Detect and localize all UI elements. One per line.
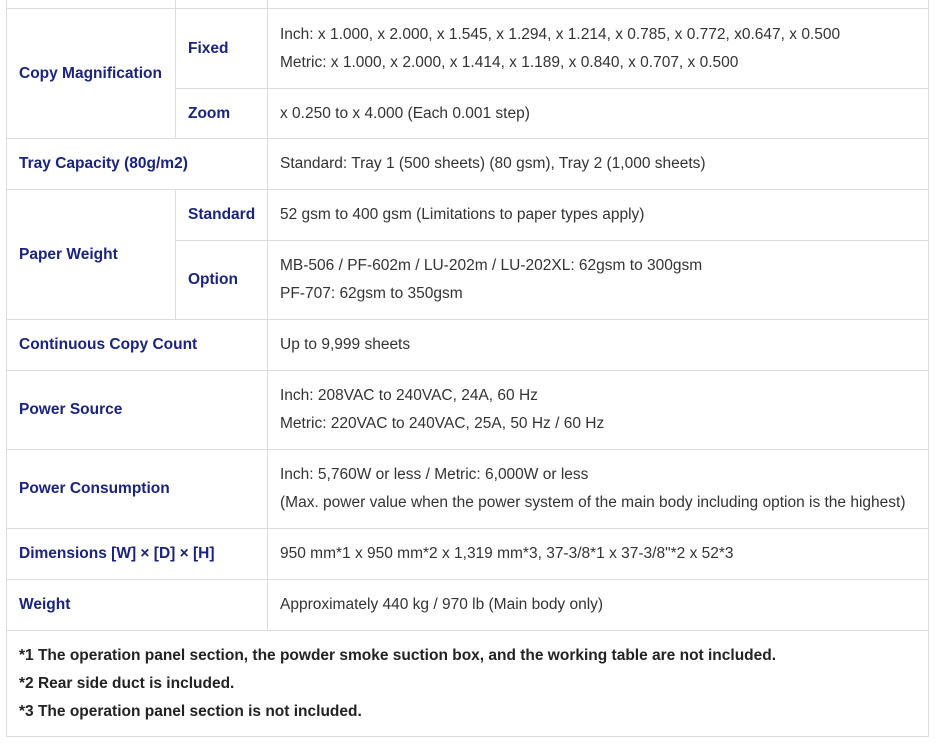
value-line: Inch: 5,760W or less / Metric: 6,000W or…	[280, 466, 589, 483]
table-row: Dimensions [W] × [D] × [H] 950 mm*1 x 95…	[6, 528, 929, 580]
sub-label-standard: Standard	[175, 189, 268, 241]
value-option: MB-506 / PF-602m / LU-202m / LU-202XL: 6…	[267, 240, 929, 320]
value-line: (Max. power value when the power system …	[280, 494, 906, 511]
value-line: Inch: x 1.000, x 2.000, x 1.545, x 1.294…	[280, 25, 841, 43]
table-row-top-partial	[6, 0, 929, 9]
sub-label-fixed: Fixed	[175, 8, 268, 89]
cell-empty	[175, 0, 268, 9]
value-weight: Approximately 440 kg / 970 lb (Main body…	[267, 579, 929, 631]
value-standard: 52 gsm to 400 gsm (Limitations to paper …	[267, 189, 929, 241]
value-dimensions: 950 mm*1 x 950 mm*2 x 1,319 mm*3, 37-3/8…	[267, 528, 929, 580]
value-power-consumption: Inch: 5,760W or less / Metric: 6,000W or…	[267, 449, 929, 529]
table-row: Tray Capacity (80g/m2) Standard: Tray 1 …	[6, 138, 929, 190]
row-label-tray-capacity: Tray Capacity (80g/m2)	[6, 138, 268, 190]
value-fixed: Inch: x 1.000, x 2.000, x 1.545, x 1.294…	[267, 8, 929, 89]
value-continuous-copy: Up to 9,999 sheets	[267, 319, 929, 371]
table-row: Continuous Copy Count Up to 9,999 sheets	[6, 319, 929, 371]
table-row: Weight Approximately 440 kg / 970 lb (Ma…	[6, 579, 929, 631]
footnote: *1 The operation panel section, the powd…	[19, 646, 777, 664]
row-label-power-source: Power Source	[6, 370, 268, 450]
footnote: *3 The operation panel section is not in…	[19, 702, 362, 720]
footnotes: *1 The operation panel section, the powd…	[6, 630, 929, 737]
row-label-dimensions: Dimensions [W] × [D] × [H]	[6, 528, 268, 580]
value-line: PF-707: 62gsm to 350gsm	[280, 285, 463, 302]
row-label-weight: Weight	[6, 579, 268, 631]
cell-empty	[267, 0, 929, 9]
table-row-notes: *1 The operation panel section, the powd…	[6, 630, 929, 737]
value-line: MB-506 / PF-602m / LU-202m / LU-202XL: 6…	[280, 257, 703, 274]
spec-table: Copy Magnification Fixed Inch: x 1.000, …	[6, 0, 929, 737]
value-line: Metric: 220VAC to 240VAC, 25A, 50 Hz / 6…	[280, 415, 605, 432]
row-label-copy-magnification: Copy Magnification	[6, 8, 176, 139]
value-tray-capacity: Standard: Tray 1 (500 sheets) (80 gsm), …	[267, 138, 929, 190]
row-label-continuous-copy: Continuous Copy Count	[6, 319, 268, 371]
value-line: Metric: x 1.000, x 2.000, x 1.414, x 1.1…	[280, 53, 739, 71]
row-label-paper-weight: Paper Weight	[6, 189, 176, 320]
table-row: Copy Magnification Fixed Inch: x 1.000, …	[6, 8, 929, 139]
row-label-power-consumption: Power Consumption	[6, 449, 268, 529]
sub-label-zoom: Zoom	[175, 88, 268, 139]
value-power-source: Inch: 208VAC to 240VAC, 24A, 60 Hz Metri…	[267, 370, 929, 450]
footnote: *2 Rear side duct is included.	[19, 674, 235, 692]
value-line: Inch: 208VAC to 240VAC, 24A, 60 Hz	[280, 387, 538, 404]
value-zoom: x 0.250 to x 4.000 (Each 0.001 step)	[267, 88, 929, 139]
table-row: Paper Weight Standard 52 gsm to 400 gsm …	[6, 189, 929, 320]
sub-label-option: Option	[175, 240, 268, 320]
table-row: Power Source Inch: 208VAC to 240VAC, 24A…	[6, 370, 929, 450]
cell-empty	[6, 0, 176, 9]
table-row: Power Consumption Inch: 5,760W or less /…	[6, 449, 929, 529]
